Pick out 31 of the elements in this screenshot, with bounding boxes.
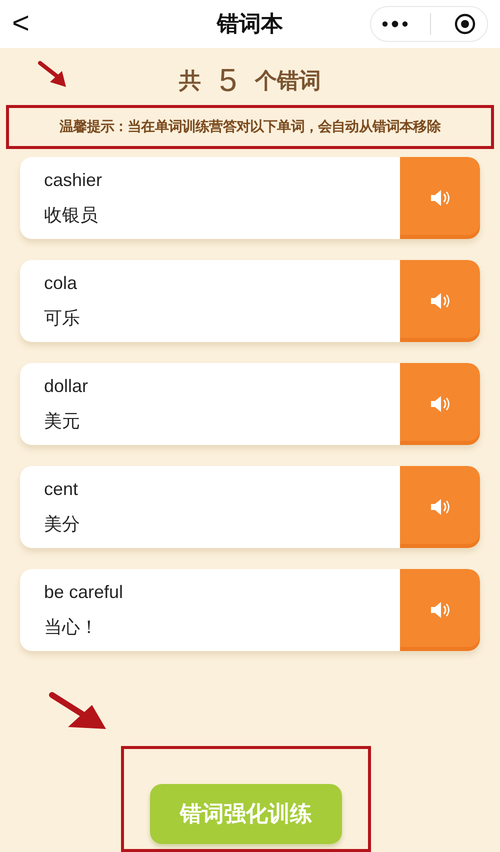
word-meaning: 美分 [44, 512, 81, 536]
count-label: 个错词 [254, 68, 321, 96]
word-meaning: 当心！ [44, 616, 99, 638]
annotation-arrow [48, 691, 108, 731]
count-label: 共 [179, 68, 202, 96]
page-title: 错词本 [217, 11, 283, 39]
more-icon[interactable] [382, 20, 408, 28]
word-meaning: 美元 [44, 410, 81, 432]
speaker-icon [430, 292, 450, 310]
word-meaning: 可乐 [44, 306, 81, 330]
play-audio-button[interactable] [400, 260, 480, 342]
english-word: dollar [44, 376, 90, 396]
english-word: cent [44, 478, 80, 500]
tip-text: 温馨提示：当在单词训练营答对以下单词，会自动从错词本移除 [60, 118, 440, 136]
back-button[interactable]: < [12, 7, 30, 41]
english-word: cola [44, 272, 78, 294]
play-audio-button[interactable] [400, 569, 480, 651]
close-icon[interactable] [454, 13, 476, 35]
word-meaning: 收银员 [44, 204, 99, 226]
speaker-icon [430, 189, 450, 207]
speaker-icon [430, 498, 450, 516]
play-audio-button[interactable] [400, 157, 480, 239]
english-word: cashier [44, 170, 104, 190]
capsule-menu[interactable] [370, 6, 488, 42]
english-word: be careful [44, 582, 124, 602]
annotation-arrow [38, 60, 68, 88]
speaker-icon [430, 601, 450, 619]
speaker-icon [430, 395, 450, 413]
play-audio-button[interactable] [400, 466, 480, 548]
word-count: 5 [219, 62, 237, 99]
play-audio-button[interactable] [400, 363, 480, 445]
